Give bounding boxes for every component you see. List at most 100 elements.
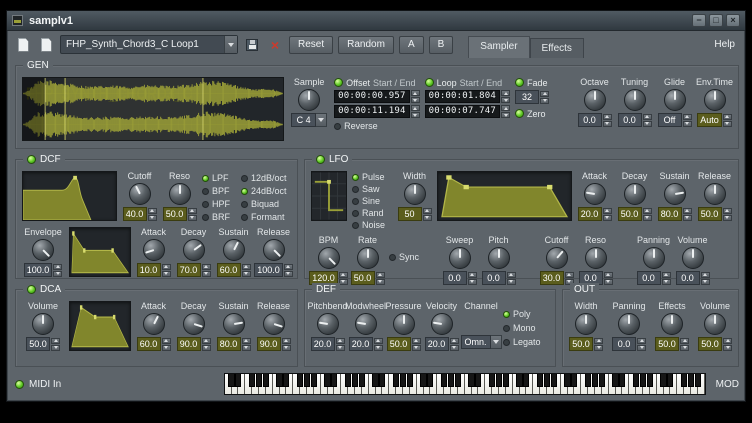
spin-arrows[interactable] (701, 271, 710, 285)
spin-up-button[interactable] (565, 272, 574, 278)
spin-arrows[interactable] (51, 337, 60, 351)
sync-checkbox[interactable]: Sync (389, 252, 419, 262)
lfo-shape-saw[interactable]: Saw (352, 184, 392, 194)
lfo-pitch-knob[interactable] (488, 247, 510, 269)
spin-down-button[interactable] (643, 121, 652, 127)
piano-black-key[interactable] (283, 374, 289, 387)
spin-down-button[interactable] (423, 215, 432, 221)
dcf-sustain-knob[interactable] (223, 239, 245, 261)
spin-arrows[interactable] (202, 263, 211, 277)
spin-up-button[interactable] (723, 208, 732, 214)
piano-black-key[interactable] (571, 374, 577, 387)
spin-up-button[interactable] (336, 338, 345, 344)
spin-up-button[interactable] (683, 114, 692, 120)
piano-black-key[interactable] (544, 374, 550, 387)
dcf-slope-formant[interactable]: Formant (241, 212, 291, 222)
mode-legato[interactable]: Legato (503, 337, 545, 347)
spin-arrows[interactable] (604, 271, 613, 285)
filter-curve-display[interactable] (22, 171, 117, 221)
lfo-reso-knob[interactable] (585, 247, 607, 269)
spin-down-button[interactable] (683, 121, 692, 127)
lfo-width-spinbox[interactable]: 50 (398, 207, 432, 221)
dca-sustain-knob[interactable] (223, 313, 245, 335)
preset-dropdown-icon[interactable] (224, 36, 237, 53)
save-preset-button[interactable] (243, 36, 261, 54)
piano-black-key[interactable] (441, 374, 447, 387)
piano-black-key[interactable] (695, 374, 701, 387)
spin-up-button[interactable] (339, 272, 348, 278)
reverse-checkbox[interactable]: Reverse (334, 121, 419, 131)
dropdown-icon[interactable] (316, 113, 327, 127)
spin-arrows[interactable] (683, 207, 692, 221)
spin-down-button[interactable] (643, 215, 652, 221)
dca-decay-spinbox[interactable]: 90.0 (177, 337, 211, 351)
reset-button[interactable]: Reset (289, 36, 333, 54)
spin-up-button[interactable] (412, 338, 421, 344)
piano-black-key[interactable] (304, 374, 310, 387)
spin-up-button[interactable] (202, 338, 211, 344)
spin-down-button[interactable] (282, 345, 291, 351)
spin-down-button[interactable] (53, 271, 62, 277)
piano-black-key[interactable] (551, 374, 557, 387)
lfo-release-knob[interactable] (704, 183, 726, 205)
spin-up-button[interactable] (450, 338, 459, 344)
spin-arrows[interactable] (242, 337, 251, 351)
spin-arrows[interactable] (643, 113, 652, 127)
piano-black-key[interactable] (516, 374, 522, 387)
piano-black-key[interactable] (235, 374, 241, 387)
sample-knob[interactable] (298, 89, 320, 111)
piano-black-key[interactable] (448, 374, 454, 387)
channel-combo[interactable]: Omn. (461, 335, 502, 349)
piano-black-key[interactable] (619, 374, 625, 387)
spin-arrows[interactable] (603, 207, 612, 221)
lfo-cutoff-knob[interactable] (546, 247, 568, 269)
dcf-envelope-knob[interactable] (32, 239, 54, 261)
spin-up-button[interactable] (51, 338, 60, 344)
dcf-decay-knob[interactable] (183, 239, 205, 261)
spin-up-button[interactable] (540, 91, 549, 97)
tab-sampler[interactable]: Sampler (468, 36, 529, 58)
dcf-type-lpf[interactable]: LPF (202, 173, 236, 183)
dca-release-knob[interactable] (263, 313, 285, 335)
mode-mono[interactable]: Mono (503, 323, 545, 333)
sp-down-button[interactable] (202, 271, 211, 277)
spin-arrows[interactable] (162, 337, 171, 351)
spin-up-button[interactable] (683, 208, 692, 214)
out-effects-knob[interactable] (661, 313, 683, 335)
dcf-type-bpf[interactable]: BPF (202, 186, 236, 196)
glide-knob[interactable] (664, 89, 686, 111)
spin-down-button[interactable] (242, 345, 251, 351)
lfo-panning-spinbox[interactable]: 0.0 (637, 271, 671, 285)
spin-arrows[interactable] (637, 337, 646, 351)
spin-down-button[interactable] (336, 345, 345, 351)
piano-black-key[interactable] (468, 374, 474, 387)
piano-black-key[interactable] (297, 374, 303, 387)
lfo-shape-sine[interactable]: Sine (352, 196, 392, 206)
spin-up-button[interactable] (643, 208, 652, 214)
spin-arrows[interactable] (468, 271, 477, 285)
piano-black-key[interactable] (249, 374, 255, 387)
spin-up-button[interactable] (411, 105, 420, 111)
dcf-envelope-display[interactable] (69, 227, 131, 277)
piano-black-key[interactable] (496, 374, 502, 387)
def-pitchbend-spinbox[interactable]: 20.0 (311, 337, 345, 351)
spin-down-button[interactable] (723, 121, 732, 127)
spin-down-button[interactable] (411, 97, 420, 103)
spin-up-button[interactable] (507, 272, 516, 278)
lfo-panning-knob[interactable] (643, 247, 665, 269)
spin-up-button[interactable] (242, 264, 251, 270)
spin-up-button[interactable] (723, 338, 732, 344)
piano-black-key[interactable] (228, 374, 234, 387)
dca-attack-spinbox[interactable]: 60.0 (137, 337, 171, 351)
dcf-attack-spinbox[interactable]: 10.0 (137, 263, 171, 277)
help-button[interactable]: Help (714, 39, 738, 50)
piano-black-key[interactable] (612, 374, 618, 387)
spin-down-button[interactable] (603, 215, 612, 221)
spin-up-button[interactable] (501, 90, 510, 96)
spin-down-button[interactable] (411, 112, 420, 118)
spin-down-button[interactable] (604, 279, 613, 285)
piano-black-key[interactable] (633, 374, 639, 387)
loop-led[interactable] (425, 78, 434, 87)
spin-up-button[interactable] (242, 338, 251, 344)
spin-arrows[interactable] (162, 263, 171, 277)
